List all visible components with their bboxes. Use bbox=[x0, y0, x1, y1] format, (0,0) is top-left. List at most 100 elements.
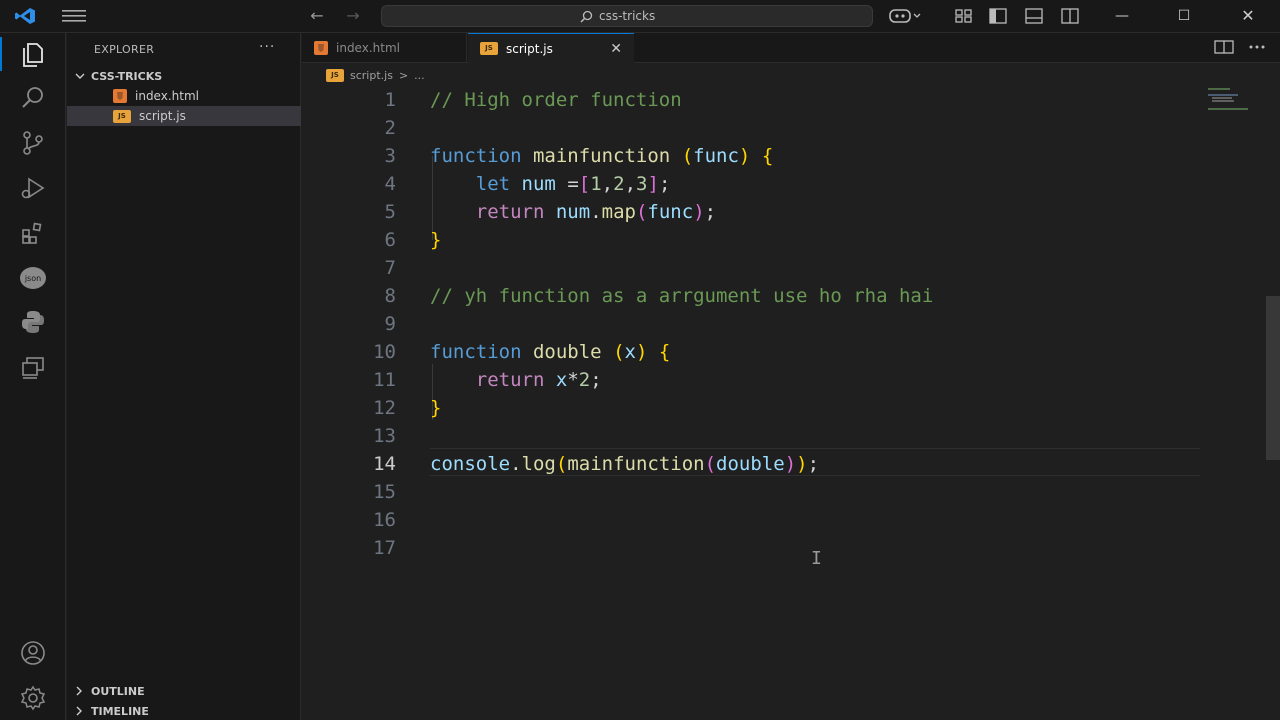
run-debug-button[interactable] bbox=[17, 172, 49, 204]
line-number: 4 bbox=[384, 173, 396, 195]
explorer-sidebar: EXPLORER ··· CSS-TRICKS index.html JS sc… bbox=[67, 33, 301, 720]
line-number: 17 bbox=[373, 537, 396, 559]
chevron-right-icon bbox=[76, 686, 82, 696]
code-editor[interactable]: 1 // High order function 2 3 function ma… bbox=[302, 86, 1266, 720]
code-line-6: 6 } bbox=[302, 226, 1266, 254]
function-name: mainfunction bbox=[567, 453, 705, 475]
extensions-button[interactable] bbox=[17, 217, 49, 249]
search-icon bbox=[580, 10, 593, 23]
file-item-script-js[interactable]: JS script.js bbox=[67, 106, 301, 126]
minimize-button[interactable]: — bbox=[1110, 5, 1134, 27]
tab-script-js[interactable]: JS script.js ✕ bbox=[468, 33, 634, 63]
line-number: 7 bbox=[384, 257, 396, 279]
code-line-14: 14 console.log(mainfunction(double)); bbox=[302, 450, 1266, 478]
file-label: script.js bbox=[139, 109, 186, 123]
variable: double bbox=[716, 453, 785, 475]
accounts-button[interactable] bbox=[17, 637, 49, 669]
line-number: 10 bbox=[373, 341, 396, 363]
line-number: 2 bbox=[384, 117, 396, 139]
source-control-button[interactable] bbox=[17, 127, 49, 159]
copilot-icon[interactable] bbox=[888, 7, 922, 25]
line-number: 1 bbox=[384, 89, 396, 111]
number: 3 bbox=[636, 173, 648, 195]
function-name: map bbox=[601, 201, 636, 223]
tab-label: index.html bbox=[336, 41, 400, 55]
vscode-logo-icon[interactable] bbox=[14, 7, 36, 25]
code-line-15: 15 bbox=[302, 478, 1266, 506]
line-number: 14 bbox=[373, 453, 396, 475]
tab-index-html[interactable]: index.html bbox=[302, 33, 467, 63]
param: func bbox=[693, 145, 739, 167]
breadcrumb-more[interactable]: ... bbox=[414, 69, 425, 82]
split-editor-icon[interactable] bbox=[1214, 39, 1234, 55]
breadcrumb-separator: > bbox=[398, 68, 409, 82]
line-number: 11 bbox=[373, 369, 396, 391]
code-line-3: 3 function mainfunction (func) { bbox=[302, 142, 1266, 170]
sidebar-title: EXPLORER bbox=[94, 43, 155, 56]
json-button[interactable]: json bbox=[17, 262, 49, 294]
python-icon bbox=[22, 311, 44, 333]
customize-layout-icon[interactable] bbox=[954, 7, 974, 25]
html-file-icon bbox=[113, 89, 127, 103]
timeline-section[interactable]: TIMELINE bbox=[75, 702, 149, 720]
python-button[interactable] bbox=[17, 306, 49, 338]
more-actions-icon[interactable] bbox=[1248, 39, 1266, 55]
code-line-1: 1 // High order function bbox=[302, 86, 1266, 114]
account-icon bbox=[21, 641, 45, 665]
forward-arrow-icon[interactable]: → bbox=[342, 6, 364, 26]
chevron-right-icon bbox=[76, 706, 82, 716]
toggle-primary-sidebar-icon[interactable] bbox=[988, 7, 1008, 25]
remote-explorer-button[interactable] bbox=[17, 351, 49, 383]
js-file-icon: JS bbox=[480, 42, 498, 55]
breadcrumb: JS script.js > ... bbox=[302, 64, 1280, 86]
code-line-11: 11 return x*2; bbox=[302, 366, 1266, 394]
folder-css-tricks[interactable]: CSS-TRICKS bbox=[75, 67, 162, 85]
variable: x bbox=[555, 369, 568, 391]
number: 2 bbox=[578, 369, 591, 391]
mouse-cursor: I bbox=[811, 548, 822, 569]
line-number: 3 bbox=[384, 145, 396, 167]
close-button[interactable]: ✕ bbox=[1236, 5, 1260, 27]
more-actions-icon[interactable]: ··· bbox=[259, 39, 275, 55]
line-number: 5 bbox=[384, 201, 396, 223]
close-tab-icon[interactable]: ✕ bbox=[610, 41, 622, 57]
code-line-17: 17 bbox=[302, 534, 1266, 562]
file-item-index-html[interactable]: index.html bbox=[67, 86, 301, 106]
keyword: function bbox=[430, 341, 522, 363]
comment: // High order function bbox=[430, 89, 682, 111]
html-file-icon bbox=[314, 41, 328, 55]
search-button[interactable] bbox=[17, 82, 49, 114]
editor-actions bbox=[1214, 39, 1266, 55]
variable: func bbox=[647, 201, 694, 223]
operator: * bbox=[567, 369, 579, 391]
line-number: 6 bbox=[384, 229, 396, 251]
tab-label: script.js bbox=[506, 41, 553, 56]
command-center-search[interactable]: css-tricks bbox=[381, 5, 873, 27]
operator: = bbox=[555, 173, 579, 195]
explorer-button[interactable] bbox=[17, 38, 49, 70]
maximize-button[interactable]: ☐ bbox=[1172, 5, 1196, 27]
extensions-icon bbox=[22, 222, 42, 244]
settings-button[interactable] bbox=[17, 682, 49, 714]
outline-section[interactable]: OUTLINE bbox=[75, 682, 145, 700]
folder-label: CSS-TRICKS bbox=[91, 69, 163, 83]
editor-tabs: index.html JS script.js ✕ bbox=[302, 33, 1280, 63]
minimap[interactable] bbox=[1206, 86, 1256, 126]
function-name: log bbox=[521, 453, 556, 475]
gear-icon bbox=[20, 685, 46, 711]
search-icon bbox=[22, 87, 43, 108]
breadcrumb-file[interactable]: script.js bbox=[350, 69, 393, 82]
active-indicator bbox=[0, 37, 2, 71]
line-number: 16 bbox=[373, 509, 396, 531]
toggle-panel-icon[interactable] bbox=[1024, 7, 1044, 25]
back-arrow-icon[interactable]: ← bbox=[306, 6, 328, 26]
code-line-12: 12 } bbox=[302, 394, 1266, 422]
vertical-scrollbar[interactable] bbox=[1266, 296, 1280, 460]
code-line-13: 13 bbox=[302, 422, 1266, 450]
chevron-down-icon bbox=[75, 73, 85, 79]
code-line-9: 9 bbox=[302, 310, 1266, 338]
toggle-secondary-sidebar-icon[interactable] bbox=[1060, 7, 1080, 25]
keyword: return bbox=[475, 369, 545, 391]
menu-icon[interactable] bbox=[62, 9, 86, 23]
outline-label: OUTLINE bbox=[91, 684, 145, 698]
